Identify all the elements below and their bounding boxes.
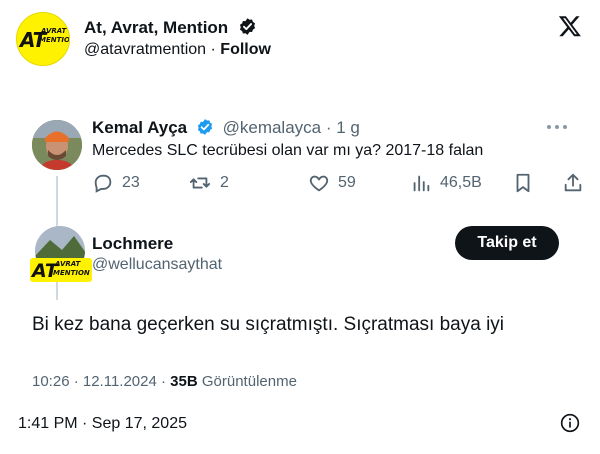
reply-action[interactable]: 23 (92, 172, 140, 194)
account-logo[interactable]: AT AVRAT MENTION (16, 12, 70, 66)
tweet-actions: 23 2 59 46,5B (92, 172, 582, 196)
views-count: 46,5B (440, 174, 482, 191)
more-icon[interactable] (546, 124, 568, 130)
embed-handle[interactable]: @atavratmention (84, 41, 206, 58)
logo-text-top: AVRAT (41, 27, 67, 35)
like-icon (309, 175, 329, 192)
retweet-icon (189, 177, 211, 189)
x-logo-icon[interactable] (558, 14, 582, 38)
logo-text-bottom: MENTION (39, 36, 70, 44)
takip-et-button[interactable]: Takip et (455, 226, 559, 260)
embed-account-name-row[interactable]: At, Avrat, Mention (84, 17, 257, 38)
reply-text: Bi kez bana geçerken su sıçratmıştı. Sıç… (32, 314, 505, 335)
reply-view-label: Görüntülenme (197, 373, 297, 390)
follow-link[interactable]: Follow (220, 41, 271, 58)
embed-account-name[interactable]: At, Avrat, Mention (84, 18, 228, 37)
share-icon[interactable] (562, 172, 584, 194)
like-count: 59 (338, 174, 356, 191)
reply-timestamp[interactable]: 10:26 · 12.11.2024 · (32, 373, 170, 390)
embed-posted-at[interactable]: 1:41 PM · Sep 17, 2025 (18, 415, 187, 433)
lochmere-avatar-image: AT AVRAT MENTION (30, 226, 92, 282)
views-action[interactable]: 46,5B (410, 172, 482, 194)
reply-author-handle[interactable]: @wellucansaythat (92, 256, 222, 274)
avatar-text-top: AVRAT (54, 260, 81, 268)
retweet-count: 2 (220, 174, 229, 191)
like-action[interactable]: 59 (308, 172, 356, 194)
tweet-header: Kemal Ayça @kemalayca · 1 g (92, 118, 360, 138)
tweet-author-name[interactable]: Kemal Ayça (92, 118, 187, 137)
reply-view-count: 35B (170, 373, 198, 390)
info-icon[interactable] (560, 413, 580, 433)
tweet-text: Mercedes SLC tecrübesi olan var mı ya? 2… (92, 142, 484, 159)
views-icon (413, 175, 430, 192)
verified-badge-icon (197, 119, 212, 135)
reply-icon (94, 174, 112, 193)
kemal-avatar-image (32, 120, 82, 170)
avatar-text-bottom: MENTION (53, 269, 90, 277)
lochmere-avatar[interactable]: AT AVRAT MENTION (30, 226, 92, 284)
retweet-action[interactable]: 2 (188, 172, 229, 194)
reply-author-name[interactable]: Lochmere (92, 234, 173, 254)
verified-badge-icon (239, 18, 255, 35)
bookmark-icon[interactable] (512, 172, 534, 194)
embed-header: AT AVRAT MENTION At, Avrat, Mention @ata… (16, 12, 584, 66)
embed-separator: · (206, 41, 221, 58)
tweet-screenshot-card: Kemal Ayça @kemalayca · 1 g Mercedes SLC… (16, 96, 584, 398)
tweet-author-handle[interactable]: @kemalayca · 1 g (223, 118, 360, 137)
reply-meta: 10:26 · 12.11.2024 · 35B Görüntülenme (32, 373, 297, 390)
reply-count: 23 (122, 174, 140, 191)
embed-handle-row: @atavratmention · Follow (84, 41, 271, 59)
kemal-avatar[interactable] (32, 120, 82, 170)
